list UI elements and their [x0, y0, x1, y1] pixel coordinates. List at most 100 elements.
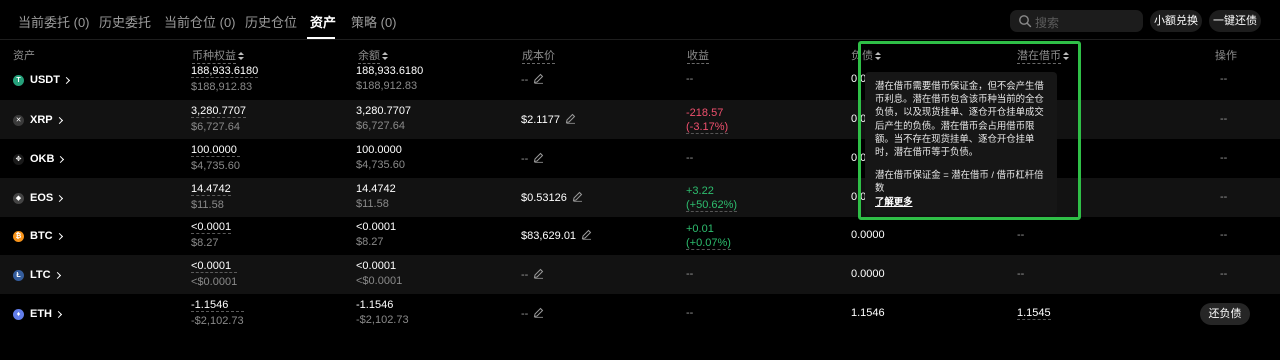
repay-liability-button[interactable]: 还负债: [1200, 303, 1250, 325]
balance-usd: $4,735.60: [356, 159, 405, 171]
tooltip-formula: 潜在借币保证金 = 潜在借币 / 借币杠杆倍数: [875, 169, 1044, 194]
balance-amount: 3,280.7707: [356, 105, 412, 117]
table-row: ₿ BTC <0.0001 $8.27 <0.0001 $8.27 $83,629.01 +0…: [0, 216, 1280, 255]
balance-cell: <0.0001 $8.27: [356, 221, 396, 248]
cost-price-cell: $0.53126: [521, 191, 583, 204]
tab-assets[interactable]: 资产: [310, 12, 336, 31]
coin-equity-cell: 3,280.7707 $6,727.64: [191, 105, 247, 133]
equity-amount: 14.4742: [191, 183, 231, 196]
balance-amount: 188,933.6180: [356, 65, 424, 77]
coin-equity-cell: <0.0001 $8.27: [191, 221, 232, 249]
asset-cell[interactable]: ✕ XRP: [13, 113, 63, 127]
liability-cell: 0.0: [851, 191, 867, 203]
edit-icon[interactable]: [533, 152, 544, 163]
coin-equity-cell: 100.0000 $4,735.60: [191, 144, 240, 172]
pnl-amount: +3.22: [686, 185, 714, 197]
coin-icon: ₿: [13, 230, 24, 242]
table-row: ◆ EOS 14.4742 $11.58 14.4742 $11.58 $0.53126 +3…: [0, 178, 1280, 217]
equity-usd: -$2,102.73: [191, 315, 244, 327]
equity-amount: <0.0001: [191, 260, 238, 273]
equity-usd: $8.27: [191, 237, 219, 249]
asset-cell[interactable]: T USDT: [13, 73, 70, 87]
liability-cell: 1.1546: [851, 307, 885, 319]
equity-usd: $4,735.60: [191, 160, 240, 172]
pnl-cell: --: [686, 268, 694, 280]
equity-amount: 3,280.7707: [191, 105, 247, 118]
equity-usd: <$0.0001: [191, 276, 238, 288]
edit-icon[interactable]: [533, 268, 544, 279]
cost-price-cell: $2.1177: [521, 113, 576, 126]
table-row: T USDT 188,933.6180 $188,912.83 188,933.6180…: [0, 60, 1280, 99]
small-convert-button[interactable]: 小额兑换: [1150, 10, 1202, 32]
chevron-right-icon: [57, 155, 65, 163]
edit-icon[interactable]: [565, 113, 576, 124]
repay-all-button[interactable]: 一键还债: [1209, 10, 1261, 32]
learn-more-link[interactable]: 了解更多: [875, 195, 1048, 208]
edit-icon[interactable]: [533, 307, 544, 318]
asset-cell[interactable]: ◆ EOS: [13, 191, 64, 205]
edit-icon[interactable]: [572, 191, 583, 202]
coin-equity-cell: -1.1546 -$2,102.73: [191, 299, 244, 327]
asset-symbol: ETH: [30, 308, 52, 320]
tab-strategies[interactable]: 策略 (0): [351, 12, 397, 31]
balance-usd: $11.58: [356, 198, 389, 210]
balance-amount: <0.0001: [356, 260, 397, 272]
asset-cell[interactable]: ₿ BTC: [13, 229, 63, 243]
cost-price-cell: --: [521, 307, 544, 320]
potential-borrow-cell: --: [1017, 229, 1025, 241]
coin-icon: ✕: [13, 114, 24, 126]
equity-usd: $6,727.64: [191, 121, 240, 133]
asset-cell[interactable]: ♦ ETH: [13, 307, 63, 321]
cost-price-value: --: [521, 153, 529, 165]
potential-borrow-cell: 1.1545: [1017, 307, 1051, 320]
balance-usd: $6,727.64: [356, 120, 405, 132]
liability-cell: 0.0: [851, 152, 867, 164]
liability-cell: 0.0: [851, 113, 867, 125]
balance-amount: 14.4742: [356, 183, 396, 195]
equity-amount: <0.0001: [191, 221, 232, 234]
operation-cell: --: [1220, 191, 1228, 203]
cost-price-value: --: [521, 308, 529, 320]
potential-borrow-tooltip: 潜在借币需要借币保证金，但不会产生借币利息。潜在借币包含该币种当前的全仓负债，以…: [865, 72, 1057, 215]
balance-cell: 3,280.7707 $6,727.64: [356, 105, 411, 132]
tooltip-body: 潜在借币需要借币保证金，但不会产生借币利息。潜在借币包含该币种当前的全仓负债，以…: [875, 80, 1044, 158]
edit-icon[interactable]: [581, 229, 592, 240]
cost-price-cell: --: [521, 73, 544, 86]
liability-cell: 0.0: [851, 73, 867, 85]
balance-amount: <0.0001: [356, 221, 397, 233]
balance-cell: <0.0001 <$0.0001: [356, 260, 402, 287]
table-row: ✕ XRP 3,280.7707 $6,727.64 3,280.7707 $6,727.…: [0, 100, 1280, 139]
coin-icon: ◆: [13, 192, 24, 204]
tab-open-positions[interactable]: 当前仓位 (0): [164, 12, 236, 31]
tab-open-orders[interactable]: 当前委托 (0): [18, 12, 90, 31]
pnl-percent: (+50.62%): [686, 199, 738, 212]
pnl-cell: --: [686, 73, 694, 85]
table-row: ✥ OKB 100.0000 $4,735.60 100.0000 $4,735.60 --…: [0, 139, 1280, 178]
liability-cell: 0.0000: [851, 268, 885, 280]
coin-icon: Ł: [13, 269, 24, 281]
search-icon: [1019, 15, 1032, 28]
balance-usd: $188,912.83: [356, 80, 418, 92]
asset-symbol: BTC: [30, 230, 53, 242]
balance-amount: 100.0000: [356, 144, 402, 156]
cost-price-value: $2.1177: [521, 114, 560, 126]
pnl-cell: +0.01 (+0.07%): [686, 223, 731, 250]
coin-equity-cell: 188,933.6180 $188,912.83: [191, 65, 259, 93]
cost-price-value: $83,629.01: [521, 230, 577, 242]
tab-position-history[interactable]: 历史仓位: [245, 12, 297, 31]
asset-cell[interactable]: Ł LTC: [13, 268, 61, 282]
coin-icon: ♦: [13, 308, 24, 320]
table-row: Ł LTC <0.0001 <$0.0001 <0.0001 <$0.0001 -- -- 0.…: [0, 255, 1280, 294]
cost-price-value: --: [521, 74, 529, 86]
search-input[interactable]: 搜索: [1035, 14, 1059, 31]
balance-cell: -1.1546 -$2,102.73: [356, 299, 409, 326]
tab-order-history[interactable]: 历史委托: [99, 12, 151, 31]
balance-cell: 100.0000 $4,735.60: [356, 144, 405, 171]
asset-cell[interactable]: ✥ OKB: [13, 152, 65, 166]
search-box[interactable]: 搜索: [1010, 10, 1143, 32]
coin-equity-cell: <0.0001 <$0.0001: [191, 260, 238, 288]
liability-cell: 0.0000: [851, 229, 885, 241]
edit-icon[interactable]: [533, 73, 544, 84]
asset-symbol: LTC: [30, 269, 51, 281]
cost-price-value: --: [521, 269, 529, 281]
